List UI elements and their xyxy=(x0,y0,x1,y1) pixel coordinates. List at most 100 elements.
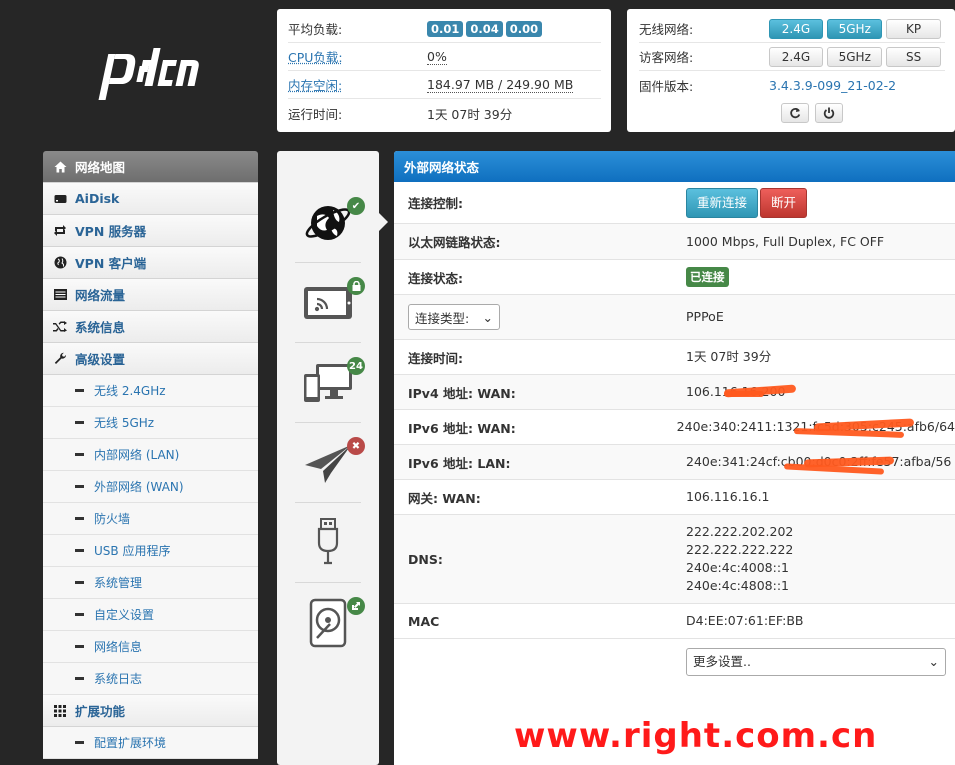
guest-24g-button[interactable]: 2.4G xyxy=(768,46,824,67)
guest-5g-button[interactable]: 5GHz xyxy=(827,46,883,67)
clients-tile[interactable]: 24 xyxy=(295,343,365,423)
sidebar-item-network-map[interactable]: 网络地图 xyxy=(43,151,258,183)
load-label: 平均负载: xyxy=(288,22,343,37)
sidebar-sub-label: 内部网络 (LAN) xyxy=(94,448,180,462)
sidebar-item-vpn-client[interactable]: VPN 客户端 xyxy=(43,247,258,279)
connection-time-label: 连接时间: xyxy=(408,350,463,366)
system-action-buttons xyxy=(639,103,945,123)
guest-label: 访客网络: xyxy=(639,50,694,65)
sidebar-item-label: 高级设置 xyxy=(75,352,126,367)
sidebar-sub-wan[interactable]: 外部网络 (WAN) xyxy=(43,471,258,503)
dns-value: 240e:4c:4808::1 xyxy=(686,578,789,593)
connection-type-select-label: 连接类型: xyxy=(415,310,470,326)
dash-icon xyxy=(75,613,84,616)
internet-globe-icon xyxy=(305,205,351,240)
dns-values: 222.222.202.202 222.222.222.222 240e:4c:… xyxy=(686,523,793,595)
mac-row: MAC D4:EE:07:61:EF:BB xyxy=(394,604,955,639)
chevron-down-icon: ⌄ xyxy=(928,654,939,669)
sidebar-sub-lan[interactable]: 内部网络 (LAN) xyxy=(43,439,258,471)
wifi-5g-button[interactable]: 5GHz xyxy=(827,18,883,39)
sidebar-item-advanced[interactable]: 高级设置 xyxy=(43,343,258,375)
sidebar-item-aidisk[interactable]: AiDisk xyxy=(43,183,258,215)
sidebar-sub-label: 防火墙 xyxy=(94,512,131,526)
sidebar-sub-ext-config[interactable]: 配置扩展环境 xyxy=(43,727,258,759)
wifi-label: 无线网络: xyxy=(639,22,694,37)
connection-type-select[interactable]: 连接类型: ⌄ xyxy=(408,304,500,330)
retweet-icon xyxy=(53,224,67,238)
dash-icon xyxy=(75,389,84,392)
gateway-label: 网关: WAN: xyxy=(408,490,481,506)
dns-value: 240e:4c:4008::1 xyxy=(686,560,789,575)
check-icon: ✔ xyxy=(347,197,365,215)
memory-link[interactable]: 内存空闲: xyxy=(288,75,427,94)
random-icon xyxy=(53,320,67,334)
ethernet-link-row: 以太网链路状态: 1000 Mbps, Full Duplex, FC OFF xyxy=(394,224,955,260)
ethernet-link-label: 以太网链路状态: xyxy=(408,235,501,250)
wireless-tile[interactable] xyxy=(295,263,365,343)
sidebar-sub-usb[interactable]: USB 应用程序 xyxy=(43,535,258,567)
sidebar-item-system-info[interactable]: 系统信息 xyxy=(43,311,258,343)
firmware-row: 固件版本: 3.4.3.9-099_21-02-2 xyxy=(639,71,945,99)
reconnect-button[interactable]: 重新连接 xyxy=(686,187,759,218)
wan-status-panel: 外部网络状态 连接控制: 重新连接 断开 以太网链路状态: 1000 Mbps, … xyxy=(394,151,955,765)
mac-label: MAC xyxy=(408,613,440,629)
sidebar-item-traffic[interactable]: 网络流量 xyxy=(43,279,258,311)
cpu-value: 0% xyxy=(427,48,447,65)
proxy-tile[interactable]: ✖ xyxy=(295,423,365,503)
internet-status-tile[interactable]: ✔ xyxy=(295,183,365,263)
refresh-button[interactable] xyxy=(781,103,809,123)
sidebar-sub-netinfo[interactable]: 网络信息 xyxy=(43,631,258,663)
memory-row: 内存空闲: 184.97 MB / 249.90 MB xyxy=(288,71,601,99)
ipv6-lan-label: IPv6 地址: LAN: xyxy=(408,455,511,471)
firmware-link[interactable]: 3.4.3.9-099_21-02-2 xyxy=(769,78,896,93)
connection-type-value: PPPoE xyxy=(686,309,724,324)
uptime-label: 运行时间: xyxy=(288,106,343,122)
load-badges: 0.01 0.04 0.00 xyxy=(427,20,545,37)
more-settings-select[interactable]: 更多设置.. ⌄ xyxy=(686,648,946,676)
guest-ss-button[interactable]: SS xyxy=(886,46,941,67)
more-settings-label: 更多设置.. xyxy=(693,654,751,669)
sidebar-item-label: AiDisk xyxy=(75,191,120,206)
network-map-icons: ✔ 24 ✖ xyxy=(277,151,388,765)
sidebar-item-extensions[interactable]: 扩展功能 xyxy=(43,695,258,727)
power-icon xyxy=(823,107,835,119)
sidebar-sub-label: 无线 2.4GHz xyxy=(94,384,166,398)
storage-tile[interactable] xyxy=(295,583,365,663)
dns-row: DNS: 222.222.202.202 222.222.222.222 240… xyxy=(394,515,955,604)
wifi-kp-button[interactable]: KP xyxy=(886,18,941,39)
wifi-24g-button[interactable]: 2.4G xyxy=(768,18,824,39)
mac-value: D4:EE:07:61:EF:BB xyxy=(686,613,804,628)
sidebar-sub-syslog[interactable]: 系统日志 xyxy=(43,663,258,695)
wrench-icon xyxy=(53,352,67,366)
sidebar-sub-admin[interactable]: 系统管理 xyxy=(43,567,258,599)
sidebar-sub-firewall[interactable]: 防火墙 xyxy=(43,503,258,535)
load-5min-badge: 0.04 xyxy=(466,20,503,37)
status-badge: 已连接 xyxy=(686,267,729,287)
sidebar-sub-label: 系统管理 xyxy=(94,576,143,590)
hard-disk-icon xyxy=(309,598,347,648)
dash-icon xyxy=(75,517,84,520)
sidebar-item-label: VPN 客户端 xyxy=(75,256,147,271)
sidebar-sub-label: 无线 5GHz xyxy=(94,416,155,430)
sidebar-item-vpn-server[interactable]: VPN 服务器 xyxy=(43,215,258,247)
sidebar-sub-label: 外部网络 (WAN) xyxy=(94,480,184,494)
wifi-row: 无线网络: 2.4G 5GHz KP xyxy=(639,15,945,43)
sidebar-sub-custom[interactable]: 自定义设置 xyxy=(43,599,258,631)
dns-value: 222.222.202.202 xyxy=(686,524,794,539)
usb-tile[interactable] xyxy=(295,503,361,583)
dash-icon xyxy=(75,741,84,744)
connection-type-row: 连接类型: ⌄ PPPoE xyxy=(394,295,955,340)
sidebar-sub-label: 配置扩展环境 xyxy=(94,736,167,750)
guest-row: 访客网络: 2.4G 5GHz SS xyxy=(639,43,945,71)
system-status-card: 平均负载: 0.01 0.04 0.00 CPU负载: 0% 内存空闲: 184.9… xyxy=(277,9,611,132)
sidebar-sub-wireless-24[interactable]: 无线 2.4GHz xyxy=(43,375,258,407)
sidebar-sub-wireless-5[interactable]: 无线 5GHz xyxy=(43,407,258,439)
chevron-down-icon: ⌄ xyxy=(482,309,493,325)
paper-plane-icon xyxy=(305,444,351,483)
dash-icon xyxy=(75,645,84,648)
disconnect-button[interactable]: 断开 xyxy=(760,187,808,218)
reboot-button[interactable] xyxy=(815,103,843,123)
uptime-value: 1天 07时 39分 xyxy=(427,106,513,122)
grid-icon xyxy=(53,704,67,718)
cpu-link[interactable]: CPU负载: xyxy=(288,47,427,66)
